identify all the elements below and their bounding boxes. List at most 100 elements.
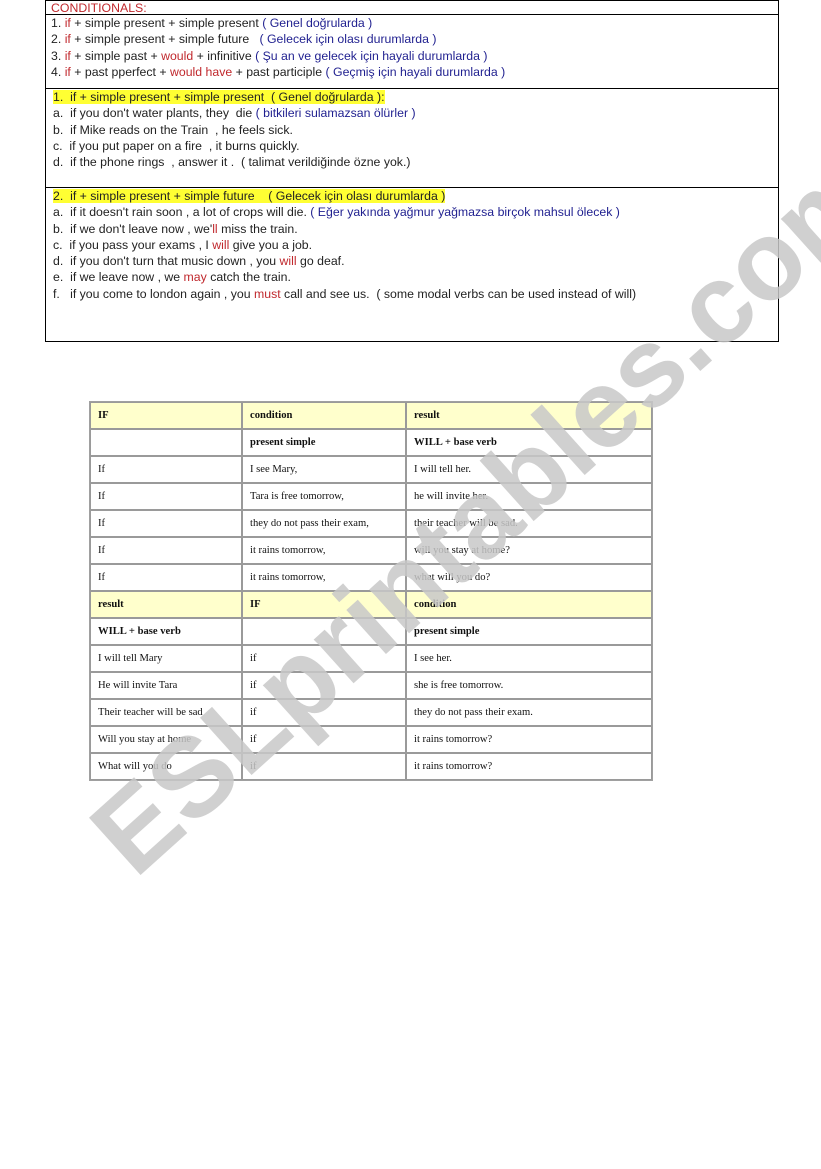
table-cell: [242, 618, 406, 645]
rule-number: 4.: [51, 64, 62, 79]
rule-text: + simple past +: [70, 48, 162, 63]
table-cell: I will tell Mary: [90, 645, 242, 672]
rule-item: 3. if + simple past + would + infinitive…: [51, 48, 505, 64]
example-text: give you a job.: [229, 237, 313, 252]
rule-note: ( Genel doğrularda ): [262, 16, 373, 30]
example-note: ( Eğer yakında yağmur yağmazsa birçok ma…: [310, 205, 620, 220]
example-text: f. if you come to london again , you: [53, 286, 254, 301]
table-cell: result: [90, 591, 242, 618]
table-cell: it rains tomorrow?: [406, 726, 652, 753]
table-row: Their teacher will be sad if they do not p…: [90, 699, 652, 726]
table-row: He will invite Tara if she is free tomorro…: [90, 672, 652, 699]
section-heading: 1. if + simple present + simple present …: [53, 90, 385, 104]
table-cell: I see her.: [406, 645, 652, 672]
example-item: d. if the phone rings , answer it . ( ta…: [53, 154, 416, 170]
rule-modal: would: [161, 48, 194, 63]
rules-list: 1. if + simple present + simple present …: [46, 14, 778, 89]
table-cell: he will invite her.: [406, 483, 652, 510]
example-modal: will: [279, 254, 297, 269]
table-cell: result: [406, 402, 652, 429]
example-text: b. if we don't leave now , we': [53, 221, 213, 236]
table-cell: IF: [242, 591, 406, 618]
table-cell: IF: [90, 402, 242, 429]
rule-note: ( Şu an ve gelecek için hayali durumlard…: [255, 48, 488, 63]
table-cell: it rains tomorrow?: [406, 753, 652, 780]
table-cell: it rains tomorrow,: [242, 537, 406, 564]
example-modal: will: [212, 237, 230, 252]
table-header-row: IF condition result: [90, 402, 652, 429]
example-text: call and see us. ( some modal verbs can …: [280, 286, 637, 301]
table-cell: if: [242, 699, 406, 726]
table-cell: they do not pass their exam,: [242, 510, 406, 537]
example-item: b. if we don't leave now , we'll miss th…: [53, 221, 636, 237]
table-cell: If: [90, 537, 242, 564]
example-modal: must: [253, 286, 281, 301]
table-cell: they do not pass their exam.: [406, 699, 652, 726]
table-row: If it rains tomorrow, will you stay at hom…: [90, 537, 652, 564]
table-cell: their teacher will be sad.: [406, 510, 652, 537]
table-cell: condition: [242, 402, 406, 429]
table-cell: will you stay at home?: [406, 537, 652, 564]
example-note: ( bitkileri sulamazsan ölürler ): [255, 106, 416, 121]
table-cell: I will tell her.: [406, 456, 652, 483]
table-cell: Tara is free tomorrow,: [242, 483, 406, 510]
conditionals-summary-box: CONDITIONALS: 1. if + simple present + s…: [45, 0, 779, 342]
example-text: d. if you don't turn that music down , y…: [53, 254, 280, 269]
example-text: d. if the phone rings , answer it . ( ta…: [53, 155, 411, 170]
example-text: c. if you pass your exams , I: [53, 237, 213, 252]
table-cell: if: [242, 645, 406, 672]
example-text: miss the train.: [217, 221, 298, 236]
table-cell: Their teacher will be sad: [90, 699, 242, 726]
example-text: e. if we leave now , we: [53, 270, 184, 285]
example-modal: may: [183, 270, 207, 285]
section-general-truths: 1. if + simple present + simple present …: [46, 88, 778, 188]
table-cell: WILL + base verb: [90, 618, 242, 645]
table-row: If Tara is free tomorrow, he will invite h…: [90, 483, 652, 510]
table-cell: it rains tomorrow,: [242, 564, 406, 591]
rule-text: + past pperfect +: [70, 64, 170, 79]
table-row: What will you do if it rains tomorrow?: [90, 753, 652, 780]
table-cell: I see Mary,: [242, 456, 406, 483]
table-cell: present simple: [242, 429, 406, 456]
rule-number: 1.: [51, 16, 62, 30]
rule-item: 1. if + simple present + simple present …: [51, 15, 505, 31]
conditional-grammar-table: IF condition result present simple WILL + ba…: [89, 401, 653, 781]
rule-modal: would have: [169, 64, 233, 79]
table-cell: If: [90, 564, 242, 591]
table-subheader-row: WILL + base verb present simple: [90, 618, 652, 645]
table-cell: what will you do?: [406, 564, 652, 591]
table-header-row: result IF condition: [90, 591, 652, 618]
table-cell: if: [242, 753, 406, 780]
table-row: Will you stay at home if it rains tomorrow…: [90, 726, 652, 753]
example-text: c. if you put paper on a fire , it burns…: [53, 138, 300, 153]
example-item: a. if it doesn't rain soon , a lot of cr…: [53, 204, 636, 220]
rule-number: 2.: [51, 32, 62, 47]
example-text: a. if you don't water plants, they die: [53, 106, 256, 121]
table-row: If it rains tomorrow, what will you do?: [90, 564, 652, 591]
example-item: f. if you come to london again , you mus…: [53, 286, 636, 302]
rule-text: + simple present + simple present: [70, 16, 263, 30]
table-cell: What will you do: [90, 753, 242, 780]
example-text: go deaf.: [296, 254, 345, 269]
table-cell: WILL + base verb: [406, 429, 652, 456]
table-cell: if: [242, 726, 406, 753]
table-cell: If: [90, 456, 242, 483]
table-cell: she is free tomorrow.: [406, 672, 652, 699]
rule-text: + past participle: [232, 64, 326, 79]
table-cell: He will invite Tara: [90, 672, 242, 699]
example-text: b. if Mike reads on the Train , he feels…: [53, 122, 293, 137]
table-cell: condition: [406, 591, 652, 618]
rule-item: 4. if + past pperfect + would have + pas…: [51, 64, 505, 80]
table-cell: Will you stay at home: [90, 726, 242, 753]
table-subheader-row: present simple WILL + base verb: [90, 429, 652, 456]
table-row: If they do not pass their exam, their teac…: [90, 510, 652, 537]
rule-number: 3.: [51, 48, 62, 63]
table-cell: If: [90, 510, 242, 537]
section-possible-future: 2. if + simple present + simple future (…: [46, 187, 778, 343]
example-text: a. if it doesn't rain soon , a lot of cr…: [53, 205, 311, 220]
example-item: c. if you put paper on a fire , it burns…: [53, 138, 416, 154]
table-row: I will tell Mary if I see her.: [90, 645, 652, 672]
rule-text: + infinitive: [193, 48, 256, 63]
example-item: e. if we leave now , we may catch the tr…: [53, 269, 636, 285]
rule-note: ( Geçmiş için hayali durumlarda ): [325, 64, 506, 79]
